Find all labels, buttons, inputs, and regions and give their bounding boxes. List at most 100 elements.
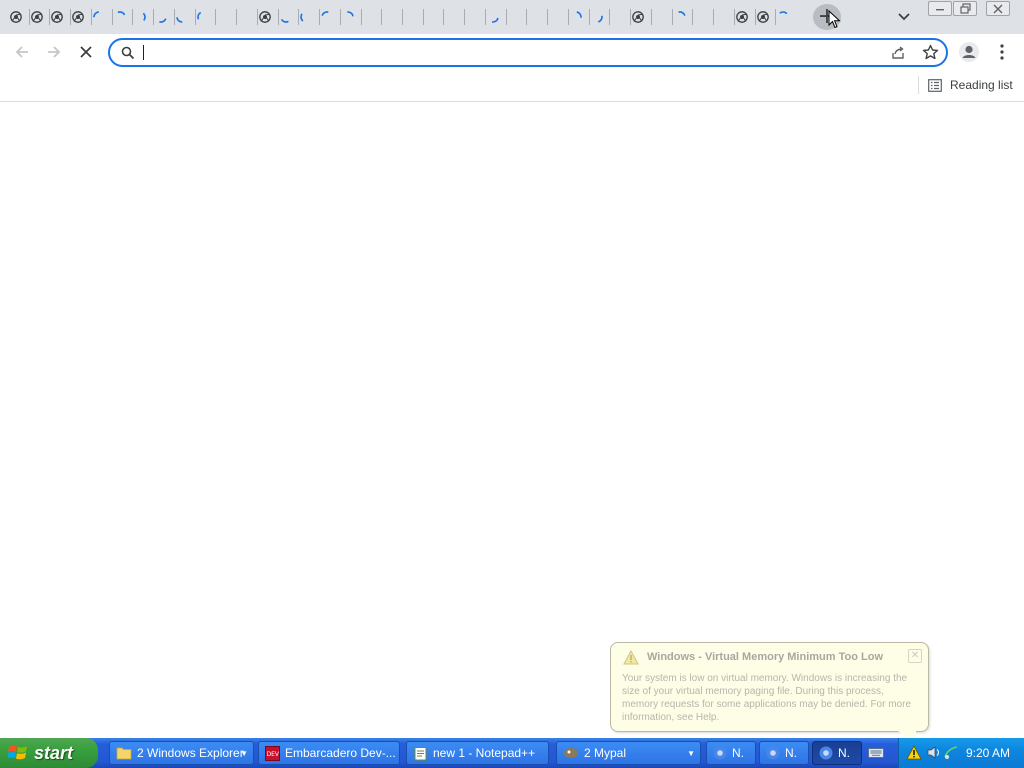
reading-list-icon (928, 78, 942, 92)
browser-tab[interactable] (402, 6, 418, 28)
loading-favicon (597, 15, 603, 23)
browser-tab[interactable] (651, 6, 667, 28)
browser-tab[interactable] (589, 6, 605, 28)
browser-tab[interactable] (112, 6, 128, 28)
chrome-favicon (10, 11, 22, 23)
browser-tab[interactable] (319, 6, 335, 28)
browser-tab[interactable] (485, 6, 501, 28)
bookmarks-bar: Reading list (0, 70, 1024, 102)
browser-tab[interactable] (91, 6, 107, 28)
clock[interactable]: 9:20 AM (966, 746, 1010, 760)
star-icon[interactable] (922, 44, 939, 61)
browser-tab[interactable] (443, 6, 459, 28)
browser-tab[interactable] (547, 6, 563, 28)
chrome-icon (766, 746, 780, 760)
tab-separator (692, 9, 693, 25)
stop-button[interactable] (73, 39, 99, 65)
tab-separator (91, 9, 92, 25)
speaker-icon[interactable] (926, 745, 942, 760)
browser-tab[interactable] (236, 6, 252, 28)
tab-separator (361, 9, 362, 25)
bookmarks-separator (918, 76, 919, 94)
warning-tray-icon[interactable] (906, 745, 922, 760)
browser-tab[interactable] (174, 6, 190, 28)
browser-tab[interactable] (8, 6, 24, 28)
browser-tab[interactable] (361, 6, 377, 28)
restore-button[interactable] (953, 1, 977, 16)
browser-tab[interactable] (215, 6, 231, 28)
tab-separator (423, 9, 424, 25)
taskbar-item-chrome-3[interactable]: N. (812, 741, 862, 765)
browser-tab[interactable] (609, 6, 625, 28)
browser-tab[interactable] (278, 6, 294, 28)
taskbar-item-label: N. (785, 746, 797, 760)
browser-tab[interactable] (568, 6, 584, 28)
browser-tab[interactable] (775, 6, 791, 28)
browser-tab[interactable] (713, 6, 729, 28)
menu-icon (1000, 44, 1004, 60)
profile-icon (959, 42, 979, 62)
reading-list-button[interactable]: Reading list (928, 75, 1013, 95)
address-input[interactable] (142, 42, 872, 63)
windows-logo-icon (8, 745, 27, 760)
tab-separator (713, 9, 714, 25)
forward-button[interactable] (41, 39, 67, 65)
profile-button[interactable] (956, 39, 982, 65)
back-button[interactable] (9, 39, 35, 65)
screen: + Reading list Windows - Virtual Memory … (0, 0, 1024, 768)
browser-tab[interactable] (464, 6, 480, 28)
start-button[interactable]: start (0, 738, 98, 768)
tab-separator (464, 9, 465, 25)
taskbar-item-notepad-plus-plus[interactable]: new 1 - Notepad++ (406, 741, 549, 765)
taskbar-item-windows-explorer[interactable]: 2 Windows Explorer ▼ (109, 741, 254, 765)
browser-tab[interactable] (49, 6, 65, 28)
loading-favicon (93, 11, 99, 18)
browser-tab[interactable] (298, 6, 314, 28)
browser-tab[interactable] (692, 6, 708, 28)
browser-tab[interactable] (526, 6, 542, 28)
browser-tab[interactable] (381, 6, 397, 28)
browser-tab[interactable] (153, 6, 169, 28)
taskbar: start 2 Windows Explorer ▼ DEV Embarcade… (0, 738, 1024, 768)
share-icon[interactable] (890, 45, 906, 61)
browser-tab[interactable] (132, 6, 148, 28)
browser-tab[interactable] (257, 6, 273, 28)
mypal-icon (564, 748, 578, 758)
tab-separator (278, 9, 279, 25)
browser-tab[interactable] (29, 6, 45, 28)
browser-menu-button[interactable] (992, 39, 1012, 65)
close-window-button[interactable] (986, 1, 1010, 16)
chrome-favicon (51, 11, 63, 23)
browser-tab[interactable] (506, 6, 522, 28)
address-bar[interactable] (108, 38, 948, 67)
browser-tab[interactable] (70, 6, 86, 28)
dev-cpp-icon: DEV (265, 745, 280, 761)
minimize-button[interactable] (928, 1, 952, 16)
chrome-icon (819, 746, 833, 760)
text-caret (143, 45, 144, 60)
taskbar-item-chrome-2[interactable]: N. (759, 741, 809, 765)
browser-tab[interactable] (423, 6, 439, 28)
keyboard-icon[interactable] (868, 747, 884, 759)
browser-tab[interactable] (340, 6, 356, 28)
taskbar-item-chrome-1[interactable]: N. (706, 741, 756, 765)
chevron-down-icon (898, 13, 910, 21)
chrome-favicon (736, 11, 748, 23)
browser-tab[interactable] (630, 6, 646, 28)
network-icon[interactable] (943, 745, 959, 760)
tab-separator (70, 9, 71, 25)
browser-tab[interactable] (672, 6, 688, 28)
balloon-close-button[interactable]: ✕ (908, 649, 922, 663)
browser-tab[interactable] (195, 6, 211, 28)
notification-balloon[interactable]: Windows - Virtual Memory Minimum Too Low… (610, 642, 929, 732)
browser-tab[interactable] (755, 6, 771, 28)
chrome-favicon (632, 11, 644, 23)
close-icon (993, 4, 1003, 13)
taskbar-item-mypal[interactable]: 2 Mypal ▼ (556, 741, 701, 765)
browser-tab[interactable] (734, 6, 750, 28)
balloon-title: Windows - Virtual Memory Minimum Too Low (647, 651, 883, 663)
tab-separator (319, 9, 320, 25)
loading-favicon (176, 17, 183, 23)
taskbar-item-embarcadero-dev[interactable]: DEV Embarcadero Dev-... (258, 741, 400, 765)
tab-search-button[interactable] (892, 8, 916, 26)
